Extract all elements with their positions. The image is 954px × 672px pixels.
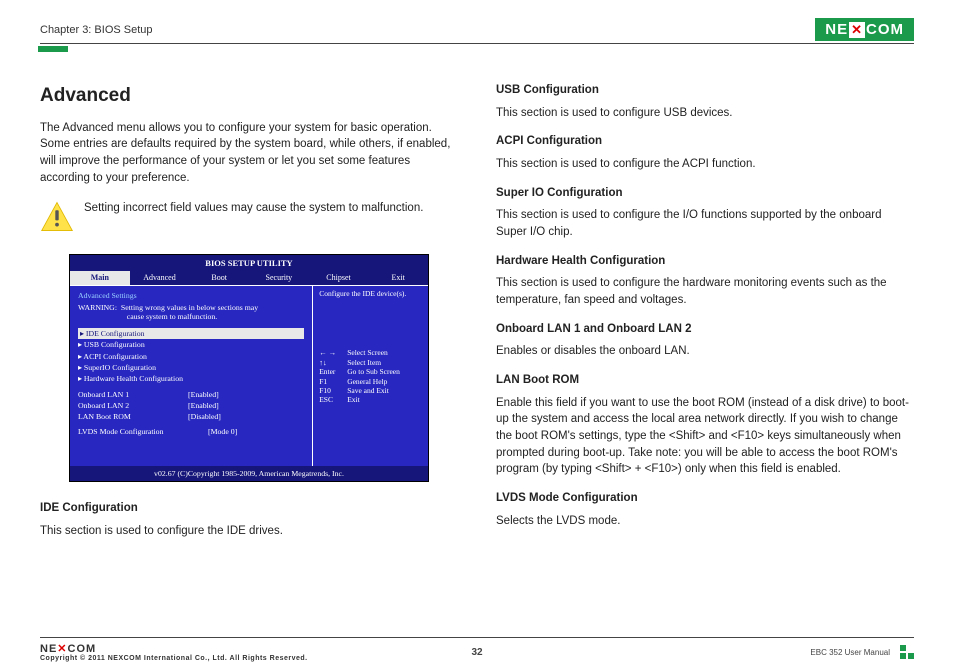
- superio-body: This section is used to configure the I/…: [496, 207, 914, 240]
- bios-tab-boot: Boot: [189, 271, 249, 285]
- page-number: 32: [471, 647, 482, 658]
- left-column: Advanced The Advanced menu allows you to…: [40, 82, 458, 543]
- onboardlan-body: Enables or disables the onboard LAN.: [496, 343, 914, 360]
- bios-item-usb: ▸ USB Configuration: [78, 339, 304, 350]
- bios-item-ide: ▸ IDE Configuration: [78, 328, 304, 339]
- bios-adv-settings-label: Advanced Settings: [78, 290, 304, 301]
- bios-tab-security: Security: [249, 271, 309, 285]
- bios-util-title: BIOS SETUP UTILITY: [70, 255, 428, 271]
- bios-item-superio: ▸ SuperIO Configuration: [78, 362, 304, 373]
- warning-text: Setting incorrect field values may cause…: [84, 200, 458, 217]
- warning-icon: [40, 200, 74, 240]
- right-column: USB Configuration This section is used t…: [496, 82, 914, 543]
- bios-screenshot: BIOS SETUP UTILITY Main Advanced Boot Se…: [69, 254, 429, 482]
- bios-tab-exit: Exit: [368, 271, 428, 285]
- footer-copyright: Copyright © 2011 NEXCOM International Co…: [40, 655, 308, 662]
- lvds-body: Selects the LVDS mode.: [496, 513, 914, 530]
- bios-row-lvds: LVDS Mode Configuration[Mode 0]: [78, 426, 304, 437]
- bios-item-hwhealth: ▸ Hardware Health Configuration: [78, 373, 304, 384]
- lanrom-heading: LAN Boot ROM: [496, 372, 914, 389]
- bios-tab-main: Main: [70, 271, 130, 285]
- usb-body: This section is used to configure USB de…: [496, 105, 914, 122]
- ide-config-body: This section is used to configure the ID…: [40, 523, 458, 540]
- acpi-heading: ACPI Configuration: [496, 133, 914, 150]
- hwhealth-body: This section is used to configure the ha…: [496, 275, 914, 308]
- bios-row-lanrom: LAN Boot ROM[Disabled]: [78, 411, 304, 422]
- footer-logo-text: NE✕COM: [40, 642, 308, 655]
- nexcom-logo: NE✕COM: [815, 18, 914, 41]
- bios-help-desc: Configure the IDE device(s).: [319, 290, 422, 299]
- page-header: Chapter 3: BIOS Setup NE✕COM: [40, 18, 914, 44]
- acpi-body: This section is used to configure the AC…: [496, 156, 914, 173]
- usb-heading: USB Configuration: [496, 82, 914, 99]
- chapter-title: Chapter 3: BIOS Setup: [40, 24, 153, 36]
- bios-row-lan2: Onboard LAN 2[Enabled]: [78, 400, 304, 411]
- bios-row-lan1: Onboard LAN 1[Enabled]: [78, 389, 304, 400]
- lanrom-body: Enable this field if you want to use the…: [496, 395, 914, 478]
- bios-tab-advanced: Advanced: [130, 271, 190, 285]
- header-accent-bar: [38, 46, 68, 52]
- bios-menu-bar: Main Advanced Boot Security Chipset Exit: [70, 271, 428, 285]
- warning-callout: Setting incorrect field values may cause…: [40, 200, 458, 240]
- bios-footer-text: v02.67 (C)Copyright 1985-2009, American …: [70, 466, 428, 481]
- footer-dots-icon: [900, 645, 914, 659]
- superio-heading: Super IO Configuration: [496, 185, 914, 202]
- bios-left-pane: Advanced Settings WARNING: Setting wrong…: [70, 286, 313, 466]
- hwhealth-heading: Hardware Health Configuration: [496, 253, 914, 270]
- section-title: Advanced: [40, 82, 458, 110]
- bios-item-acpi: ▸ ACPI Configuration: [78, 351, 304, 362]
- page-footer: NE✕COM Copyright © 2011 NEXCOM Internati…: [40, 637, 914, 662]
- bios-right-pane: Configure the IDE device(s). ← →Select S…: [313, 286, 428, 466]
- lvds-heading: LVDS Mode Configuration: [496, 490, 914, 507]
- bios-warning-line: WARNING: Setting wrong values in below s…: [78, 304, 304, 322]
- bios-tab-chipset: Chipset: [309, 271, 369, 285]
- ide-config-heading: IDE Configuration: [40, 500, 458, 517]
- bios-key-legend: ← →Select Screen ↑↓Select Item EnterGo t…: [319, 348, 422, 404]
- intro-paragraph: The Advanced menu allows you to configur…: [40, 120, 458, 187]
- footer-manual-name: EBC 352 User Manual: [810, 648, 890, 657]
- onboardlan-heading: Onboard LAN 1 and Onboard LAN 2: [496, 321, 914, 338]
- footer-logo-block: NE✕COM Copyright © 2011 NEXCOM Internati…: [40, 642, 308, 662]
